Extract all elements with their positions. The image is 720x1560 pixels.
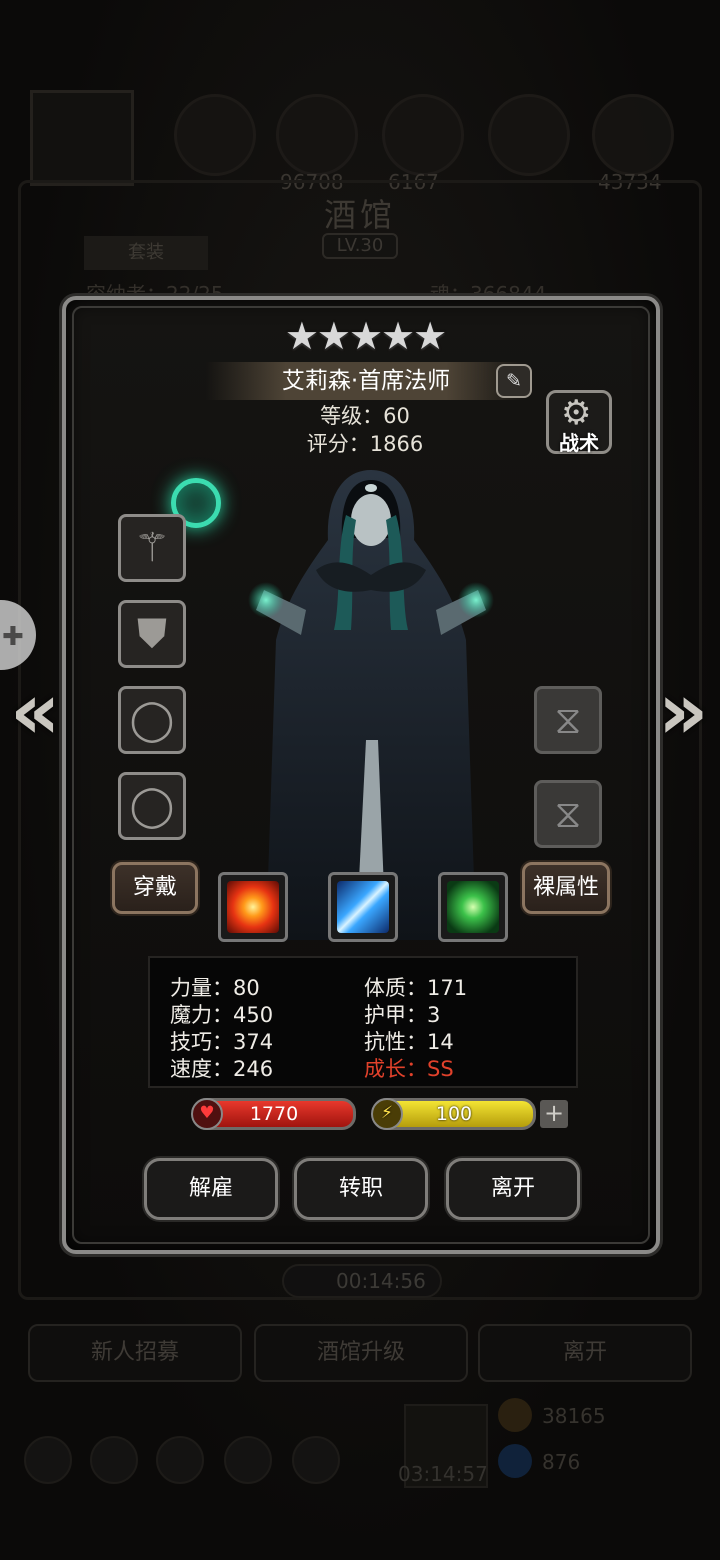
armor-icon: ⛊ [137,611,167,657]
skill-nature-icon[interactable] [438,872,508,942]
gem-icon [498,1444,532,1478]
bottom-nav-icon-4[interactable] [224,1436,272,1484]
lightning-icon: ⚡ [371,1098,403,1130]
ice-shard-icon [337,881,389,933]
resource-icon-3 [382,94,464,176]
ring-slot-1[interactable]: ◯ [118,686,186,754]
resource-icon-5 [592,94,674,176]
stat-magic: 魔力：450 [170,1003,274,1027]
energy-bar: ⚡ 100 [371,1098,536,1130]
hero-detail-panel: ★★★★★ 艾莉森·首席法师 ✎ 等级：60 评分：1866 ⚙ 战术 ⚚ ⛊ … [62,296,660,1254]
hp-bar: ♥ 1770 [191,1098,356,1130]
stat-resist: 抗性：14 [364,1030,454,1054]
recruit-button[interactable]: 新人招募 [28,1324,242,1382]
fire-burst-icon [227,881,279,933]
tavern-upgrade-button[interactable]: 酒馆升级 [254,1324,468,1382]
bottom-nav-icon-3[interactable] [156,1436,204,1484]
rename-button[interactable]: ✎ [496,364,532,398]
leaf-icon [447,881,499,933]
energy-value: 100 [435,1103,473,1125]
ring-slot-2[interactable]: ◯ [118,772,186,840]
stat-skill: 技巧：374 [170,1030,274,1054]
tactics-button[interactable]: ⚙ 战术 [546,390,612,455]
star-rating: ★★★★★ [284,314,447,358]
hourglass-icon: ⧖ [554,698,582,742]
tactics-label: 战术 [559,431,599,455]
tavern-timer: 00:14:56 [282,1264,442,1298]
bottom-nav-icon-5[interactable] [292,1436,340,1484]
stat-armor: 护甲：3 [364,1003,441,1027]
resource-icon-2 [276,94,358,176]
stats-panel: 力量：80 魔力：450 技巧：374 速度：246 体质：171 护甲：3 抗… [148,956,578,1088]
resource-icon-4 [488,94,570,176]
stat-growth: 成长：SS [364,1057,454,1081]
prev-hero-arrow[interactable]: « [10,672,60,752]
bottom-nav-icon-1[interactable] [24,1436,72,1484]
naked-attributes-button[interactable]: 裸属性 [522,862,610,914]
dismiss-button[interactable]: 解雇 [144,1158,278,1220]
resource-bar: 96708 6167 43734 [0,80,720,194]
player-avatar [30,90,134,186]
puzzle-icon: ✚ [2,622,24,652]
next-hero-arrow[interactable]: » [658,672,708,752]
tavern-leave-button[interactable]: 离开 [478,1324,692,1382]
tavern-title: 酒馆 [323,196,396,234]
stat-constitution: 体质：171 [364,976,468,1000]
hero-name: 艾莉森·首席法师 [206,362,526,400]
stat-speed: 速度：246 [170,1057,274,1081]
hp-value: 1770 [249,1103,299,1125]
skill-fire-icon[interactable] [218,872,288,942]
heart-icon: ♥ [191,1098,223,1130]
gold-coin-icon [498,1398,532,1432]
resource-icon-1 [174,94,256,176]
gift-timer: 03:14:57 [398,1462,488,1486]
weapon-slot[interactable]: ⚚ [118,514,186,582]
hourglass-icon: ⧖ [554,792,582,836]
armor-slot[interactable]: ⛊ [118,600,186,668]
ring-icon: ◯ [129,697,175,743]
rune-slot-1[interactable]: ⧖ [534,686,602,754]
staff-icon: ⚚ [134,525,170,571]
rune-slot-2[interactable]: ⧖ [534,780,602,848]
edit-icon: ✎ [506,370,522,392]
skill-ice-icon[interactable] [328,872,398,942]
tavern-level: LV.30 [322,233,398,259]
ring-icon: ◯ [129,783,175,829]
gem-amount: 876 [542,1450,581,1474]
tab-suit[interactable]: 套装 [84,236,208,270]
add-energy-button[interactable]: + [540,1100,568,1128]
equip-button[interactable]: 穿戴 [112,862,198,914]
leave-button[interactable]: 离开 [446,1158,580,1220]
gold-amount: 38165 [542,1404,606,1428]
stat-strength: 力量：80 [170,976,260,1000]
bottom-nav-icon-2[interactable] [90,1436,138,1484]
change-class-button[interactable]: 转职 [294,1158,428,1220]
